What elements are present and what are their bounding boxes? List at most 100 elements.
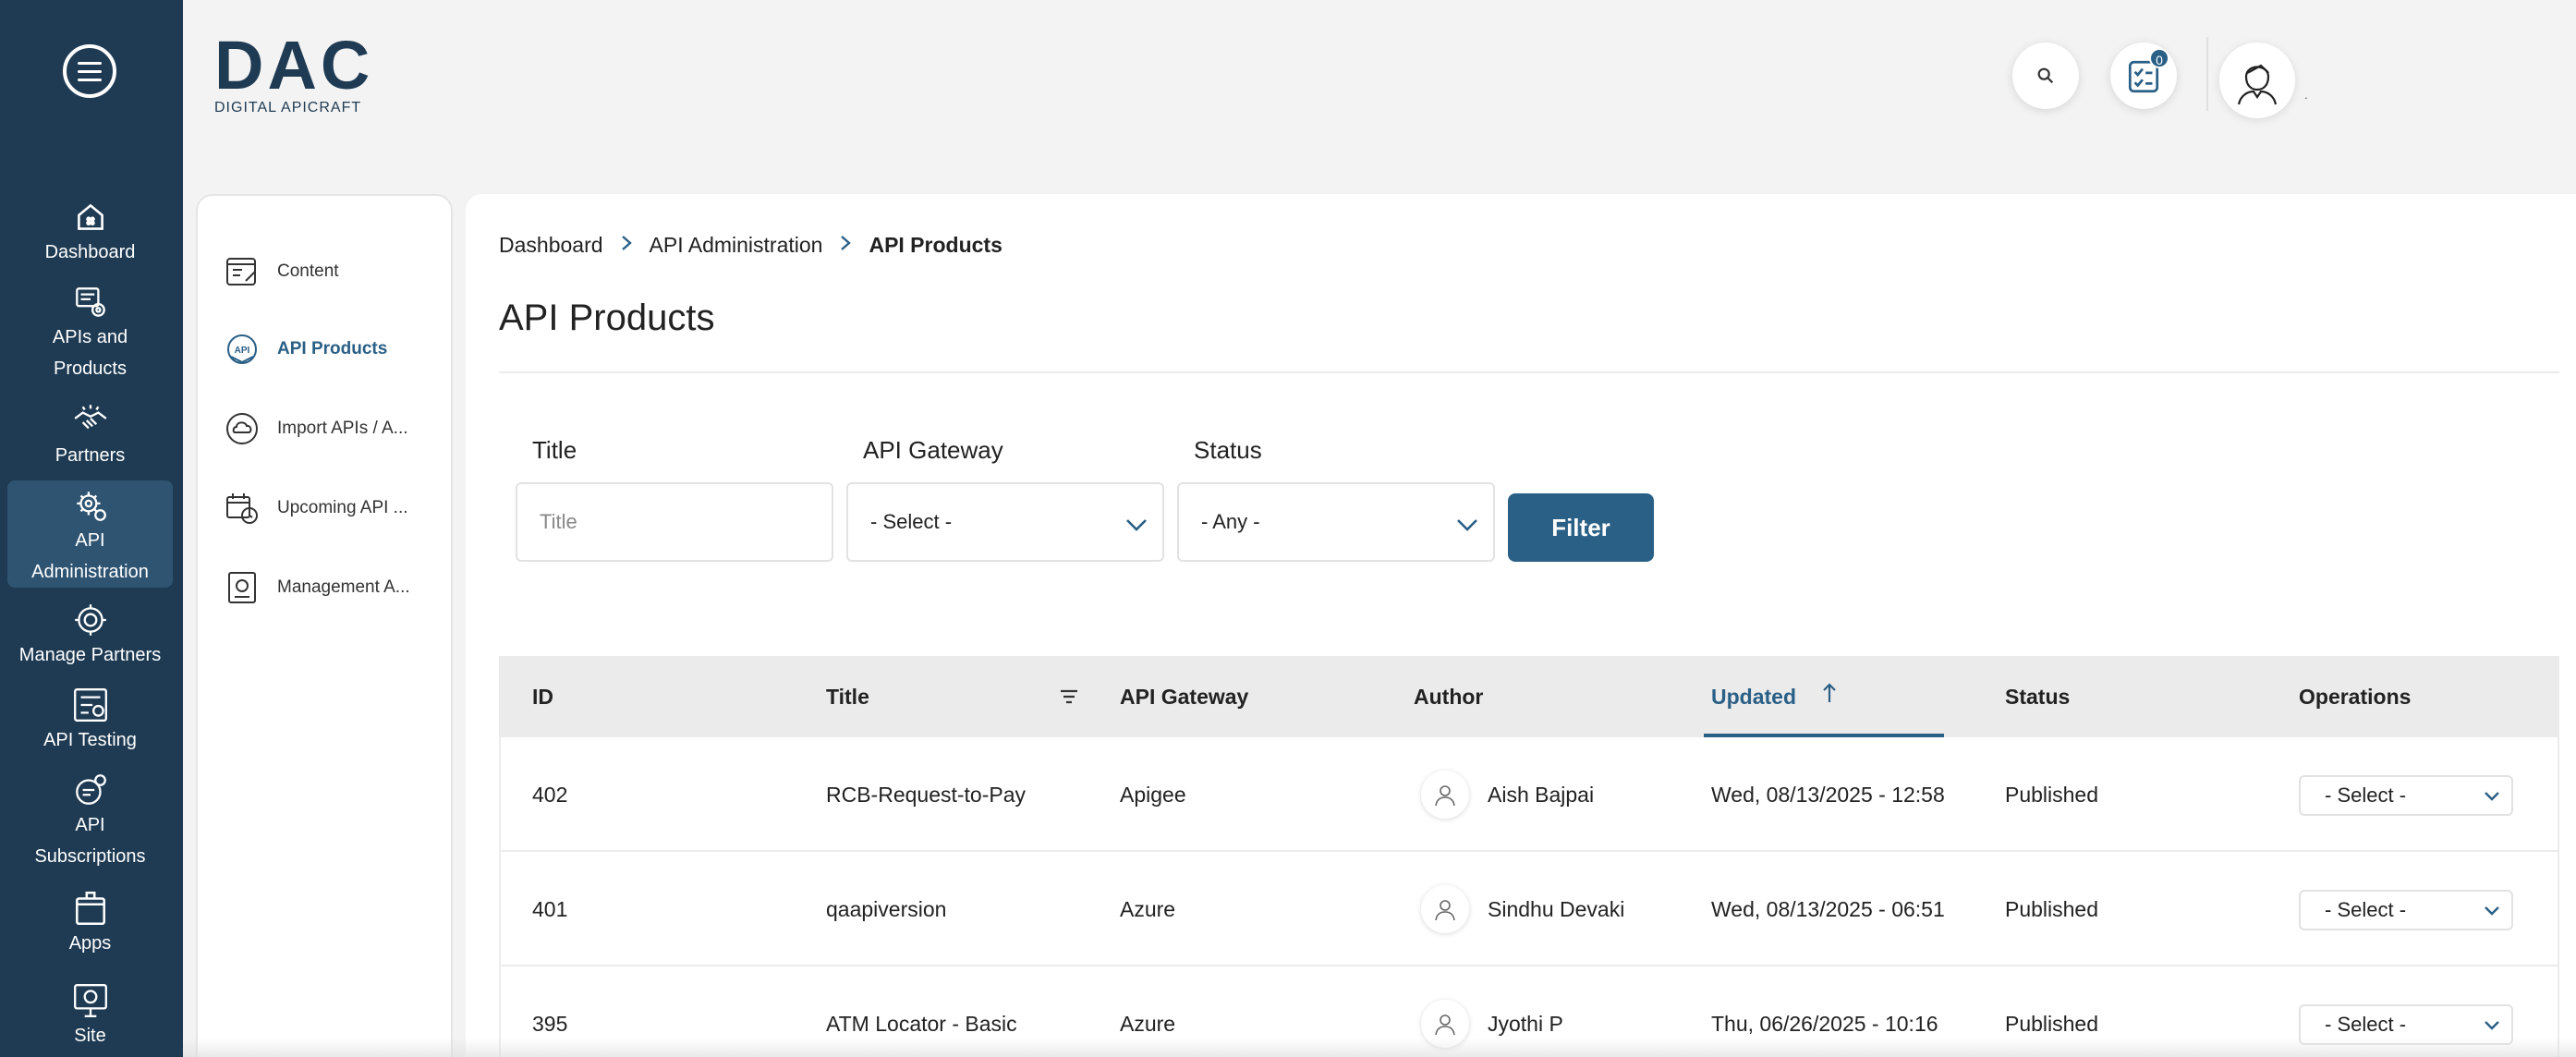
- sort-arrow-up-icon[interactable]: [1822, 682, 1837, 704]
- chevron-down-icon: [2485, 792, 2499, 801]
- user-icon: [1435, 1014, 1455, 1036]
- search-button[interactable]: [2012, 43, 2079, 109]
- page-title: API Products: [499, 298, 715, 338]
- nav-item-partners[interactable]: Partners: [7, 401, 173, 468]
- sort-lines-icon[interactable]: [1059, 687, 1079, 706]
- calendar-clock-icon: [226, 493, 258, 524]
- column-header-id: ID: [532, 685, 553, 709]
- subnav-item-import-apis[interactable]: Import APIs / A...: [224, 410, 408, 447]
- user-icon: [1435, 900, 1455, 921]
- api-gateway-select[interactable]: - Select -: [846, 482, 1164, 562]
- left-navigation: Dashboard APIs and Products Partners API…: [0, 0, 183, 1057]
- breadcrumb-dashboard[interactable]: Dashboard: [499, 233, 603, 258]
- apps-box-icon: [75, 891, 105, 926]
- breadcrumb-api-administration[interactable]: API Administration: [650, 233, 823, 258]
- status-select-value: - Any -: [1201, 510, 1260, 533]
- user-icon: [1435, 785, 1455, 807]
- subnav-item-upcoming-api[interactable]: Upcoming API ...: [224, 490, 408, 527]
- breadcrumb-current: API Products: [869, 233, 1002, 257]
- table-row: 402 RCB-Request-to-Pay Apigee Aish Bajpa…: [499, 737, 2559, 852]
- operations-select[interactable]: - Select -: [2299, 890, 2513, 930]
- manage-partners-icon: [74, 604, 106, 636]
- title-input[interactable]: Title: [516, 482, 833, 562]
- cell-title[interactable]: RCB-Request-to-Pay: [826, 737, 1026, 852]
- cell-status: Published: [2005, 783, 2099, 807]
- operations-select[interactable]: - Select -: [2299, 775, 2513, 816]
- subnav-item-content[interactable]: Content: [224, 253, 339, 290]
- nav-label: Dashboard: [44, 242, 136, 262]
- nav-item-apis-products[interactable]: APIs and Products: [7, 283, 173, 383]
- status-select[interactable]: - Any -: [1177, 482, 1495, 562]
- api-products-icon: [75, 287, 105, 317]
- column-header-operations: Operations: [2299, 685, 2412, 709]
- nav-item-manage-partners[interactable]: Manage Partners: [7, 601, 173, 667]
- operations-select-value: - Select -: [2325, 1013, 2407, 1036]
- nav-item-apps[interactable]: Apps: [7, 889, 173, 955]
- nav-item-api-testing[interactable]: API Testing: [7, 686, 173, 752]
- table-header: ID Title API Gateway Author Updated Stat…: [499, 656, 2559, 737]
- user-avatar[interactable]: [2219, 43, 2295, 118]
- brand-logo[interactable]: DAC DIGITAL APICRAFT: [214, 27, 390, 118]
- column-header-title[interactable]: Title: [826, 656, 869, 737]
- nav-item-site[interactable]: Site: [7, 981, 173, 1048]
- chevron-down-icon: [2485, 1021, 2499, 1030]
- column-header-author: Author: [1414, 685, 1484, 709]
- subnav-label: Import APIs / A...: [277, 419, 408, 438]
- subnav-label: Content: [277, 261, 339, 281]
- notification-count-badge: 0: [2149, 48, 2169, 68]
- nav-label: Partners: [55, 445, 126, 466]
- chevron-down-icon: [1126, 519, 1147, 531]
- scroll-shadow: [183, 1039, 2576, 1057]
- chevron-down-icon: [1457, 519, 1477, 531]
- cell-id: 401: [532, 897, 568, 921]
- column-header-updated[interactable]: Updated: [1711, 656, 1796, 737]
- cell-id: 402: [532, 783, 568, 807]
- subnav-label: API Products: [277, 339, 388, 358]
- nav-label: APIs and Products: [52, 327, 128, 379]
- cell-api-gateway: Apigee: [1120, 783, 1186, 807]
- cell-api-gateway: Azure: [1120, 897, 1176, 921]
- nav-label: Site: [74, 1026, 106, 1046]
- nav-item-api-subscriptions[interactable]: API Subscriptions: [7, 771, 173, 870]
- management-doc-icon: [228, 572, 256, 603]
- nav-item-api-administration[interactable]: API Administration: [7, 480, 173, 588]
- search-icon: [2037, 67, 2054, 84]
- menu-toggle-icon[interactable]: [63, 44, 116, 98]
- sub-navigation: Content API API Products Import APIs / A…: [196, 194, 453, 1057]
- status-filter-label: Status: [1194, 436, 1262, 464]
- filter-button[interactable]: Filter: [1508, 493, 1654, 562]
- api-gateway-select-value: - Select -: [870, 510, 953, 533]
- nav-item-dashboard[interactable]: Dashboard: [7, 198, 173, 264]
- api-badge-icon: API: [227, 334, 257, 364]
- header-divider: [2206, 37, 2208, 111]
- subnav-label: Upcoming API ...: [277, 498, 408, 517]
- api-admin-gear-icon: [76, 492, 106, 521]
- column-header-status: Status: [2005, 685, 2071, 709]
- gateway-filter-label: API Gateway: [863, 436, 1003, 464]
- api-testing-icon: [73, 688, 107, 722]
- cell-author: Sindhu Devaki: [1488, 897, 1625, 921]
- svg-text:API: API: [235, 346, 250, 356]
- chevron-right-icon: [839, 234, 852, 258]
- user-name[interactable]: .: [2304, 87, 2308, 102]
- handshake-icon: [74, 405, 106, 430]
- cell-title[interactable]: qaapiversion: [826, 852, 946, 966]
- subnav-label: Management A...: [277, 577, 410, 597]
- nav-label: API Administration: [31, 530, 149, 582]
- author-avatar: [1421, 885, 1469, 933]
- site-monitor-icon: [73, 984, 107, 1017]
- breadcrumb: Dashboard API Administration API Product…: [499, 233, 1002, 258]
- subnav-item-management[interactable]: Management A...: [224, 569, 410, 606]
- cell-updated: Wed, 08/13/2025 - 06:51: [1711, 897, 1945, 921]
- divider: [499, 371, 2559, 373]
- main-content: Dashboard API Administration API Product…: [466, 194, 2576, 1057]
- logo-text: DAC: [214, 27, 374, 103]
- user-icon: [2237, 64, 2278, 105]
- nav-label: API Subscriptions: [34, 815, 146, 867]
- operations-select-value: - Select -: [2325, 784, 2407, 807]
- nav-label: API Testing: [43, 730, 137, 750]
- notifications-button[interactable]: 0: [2110, 43, 2177, 109]
- subnav-item-api-products[interactable]: API API Products: [224, 331, 387, 368]
- chevron-down-icon: [2485, 906, 2499, 916]
- nav-label: Manage Partners: [18, 645, 162, 665]
